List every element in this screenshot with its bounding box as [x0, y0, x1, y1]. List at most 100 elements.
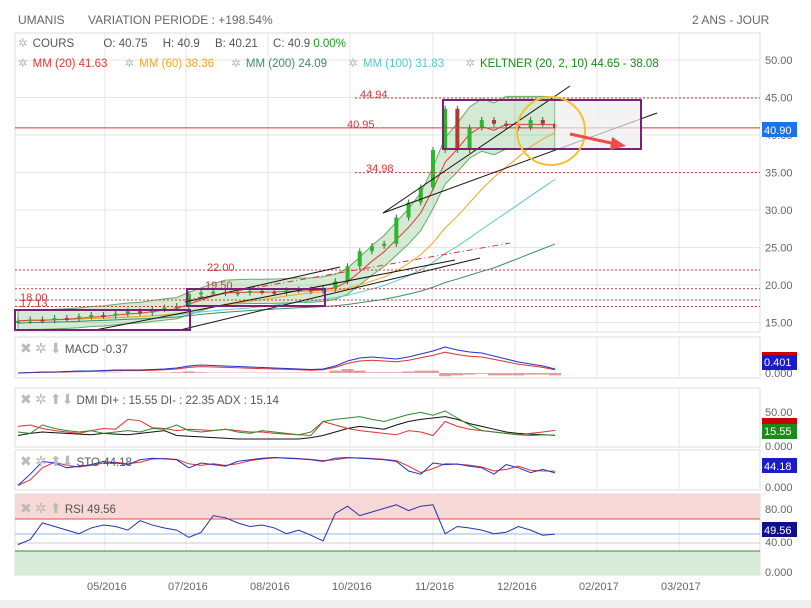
candle [528, 120, 533, 128]
macd-histogram-bar [365, 372, 378, 373]
chart-area[interactable]: 50.00 45.00 40.00 35.00 30.00 25.00 20.00 15.00… [0, 0, 811, 600]
gear-icon[interactable]: ✲ [35, 391, 47, 407]
rsi-axis-label: 40.00 [765, 537, 793, 549]
high-value: H: 40.9 [162, 38, 200, 50]
rsi-overbought-zone [15, 494, 760, 519]
macd-histogram-bar [451, 373, 464, 376]
arrow-up-icon[interactable]: ⬆ [50, 391, 62, 407]
candle [345, 266, 350, 282]
gear-icon[interactable]: ✲ [18, 58, 28, 70]
arrow-down-icon[interactable]: ⬇ [50, 340, 62, 356]
close-icon[interactable]: ✖ [20, 500, 32, 516]
macd-histogram-bar [414, 370, 427, 373]
macd-histogram-bar [341, 369, 354, 373]
gear-icon[interactable]: ✲ [18, 38, 28, 50]
candle [394, 217, 399, 244]
price-level-label: 44.94 [360, 89, 388, 101]
macd-histogram-bar [426, 370, 439, 373]
close-icon[interactable]: ✖ [20, 453, 32, 469]
low-value: B: 40.21 [214, 38, 258, 50]
x-axis-label: 05/2016 [87, 581, 127, 593]
gear-icon[interactable]: ✲ [125, 58, 135, 70]
cours-label: COURS [32, 38, 75, 50]
candle [64, 318, 69, 320]
candle [40, 319, 45, 322]
open-value: O: 40.75 [103, 38, 148, 50]
mm100-legend: MM (100) 31.83 [362, 58, 445, 70]
close-icon[interactable]: ✖ [20, 391, 32, 407]
macd-histogram-bar [329, 370, 342, 373]
arrow-down-icon[interactable]: ⬇ [62, 453, 74, 469]
gear-icon[interactable]: ✲ [348, 58, 358, 70]
close-value: C: 40.9 [273, 38, 311, 50]
x-axis-label: 03/2017 [661, 581, 701, 593]
candle [504, 123, 509, 126]
candle [272, 291, 277, 294]
price-level-label: 22.00 [207, 262, 235, 274]
change-value: 0.00% [313, 38, 346, 50]
macd-histogram-bar [402, 371, 415, 373]
price-axis-label: 35.00 [765, 168, 793, 180]
gear-icon[interactable]: ✲ [231, 58, 241, 70]
gear-icon[interactable]: ✲ [35, 340, 47, 356]
mm200-legend: MM (200) 24.09 [245, 58, 328, 70]
mm60-legend: MM (60) 38.36 [139, 58, 215, 70]
candle [430, 150, 435, 188]
gear-icon[interactable]: ✲ [465, 58, 475, 70]
candle [455, 108, 460, 150]
price-axis-label: 30.00 [765, 205, 793, 217]
arrow-up-icon[interactable]: ⬆ [50, 500, 62, 516]
rsi-axis-label: 80.00 [765, 504, 793, 516]
candle [491, 120, 496, 124]
candle [382, 243, 387, 246]
bottom-bar [0, 600, 811, 608]
candle [28, 319, 33, 322]
price-axis-label: 15.00 [765, 318, 793, 330]
candle [260, 291, 265, 293]
price-axis-label: 50.00 [765, 55, 793, 67]
x-axis-label: 02/2017 [579, 581, 619, 593]
rsi-header: ✖ ✲ ⬆ RSI 49.56 [20, 500, 116, 517]
sto-axis-label: 0.000 [765, 482, 793, 494]
candle [138, 311, 143, 314]
dmi-header: ✖ ✲ ⬆⬇ DMI DI+ : 15.55 DI- : 22.35 ADX :… [20, 391, 279, 408]
candle [211, 291, 216, 294]
macd-histogram-bar [390, 372, 403, 373]
close-icon[interactable]: ✖ [20, 340, 32, 356]
macd-histogram-bar [475, 373, 488, 374]
dmi-axis-label: 50.00 [765, 407, 793, 419]
macd-histogram-bar [500, 373, 513, 376]
candle [479, 120, 484, 128]
legend-indicators: ✲ MM (20) 41.63 ✲ MM (60) 38.36 ✲ MM (200) … [18, 56, 659, 70]
candle [125, 311, 130, 314]
candle [16, 321, 20, 323]
price-axis-label: 25.00 [765, 243, 793, 255]
gear-icon[interactable]: ✲ [35, 500, 47, 516]
candle [113, 313, 118, 316]
arrow-up-icon[interactable]: ⬆ [50, 453, 62, 469]
rsi-oversold-zone [15, 551, 760, 575]
price-level-label: 19.50 [205, 280, 233, 292]
mm20-legend: MM (20) 41.63 [32, 58, 108, 70]
arrow-down-icon[interactable]: ⬇ [62, 391, 74, 407]
x-axis-label: 07/2016 [168, 581, 208, 593]
price-axis-label: 20.00 [765, 280, 793, 292]
price-level-label: 17.13 [20, 298, 48, 310]
candle [77, 316, 82, 319]
macd-histogram-bar [463, 373, 476, 375]
sto-label: STO 44.18 [76, 457, 132, 469]
candle [467, 127, 472, 150]
x-axis-label: 10/2016 [332, 581, 372, 593]
macd-histogram-bar [439, 373, 452, 377]
last-price-value: 40.90 [764, 125, 792, 137]
dmi-plus-line [17, 410, 556, 437]
price-level-label: 34.98 [366, 163, 394, 175]
macd-histogram-bar [549, 373, 561, 376]
dmi-label: DMI DI+ : 15.55 DI- : 22.35 ADX : 15.14 [76, 395, 279, 407]
gear-icon[interactable]: ✲ [35, 453, 47, 469]
candle [333, 281, 338, 289]
macd-histogram-bar [353, 370, 366, 373]
dmi-badge-value: 15.55 [764, 426, 792, 438]
price-axis-label: 45.00 [765, 93, 793, 105]
candle [369, 246, 374, 252]
